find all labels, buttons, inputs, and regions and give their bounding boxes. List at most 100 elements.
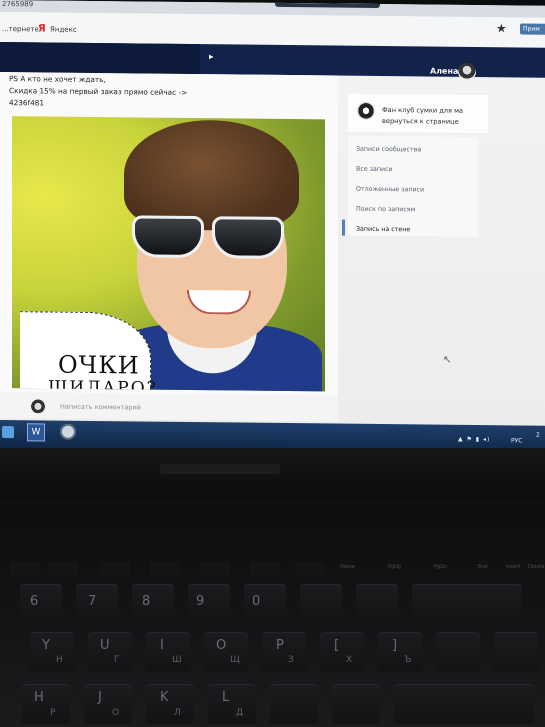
key-label: H — [34, 690, 44, 705]
play-arrow-icon[interactable]: ▸ — [209, 52, 214, 62]
laptop-hinge — [160, 464, 280, 474]
key-j — [84, 684, 132, 724]
key-y — [30, 632, 74, 672]
bookmark-yandex[interactable]: Яндекс — [50, 26, 77, 34]
start-button[interactable] — [2, 426, 14, 439]
fn-key — [10, 562, 40, 576]
key-label: U — [100, 638, 110, 653]
key-label-ru: Д — [236, 708, 244, 718]
fn-key — [250, 562, 280, 576]
key-bracket-right — [378, 632, 422, 672]
fn-key — [200, 562, 230, 576]
system-tray-icons[interactable]: ▲ ⚑ ▮ ◂) — [458, 436, 490, 443]
fn-key — [150, 562, 180, 576]
post-text-line: PS А кто не хочет ждать, — [9, 74, 106, 85]
community-name[interactable]: Фан клуб сумки для ма — [382, 106, 463, 115]
key-label: O — [216, 638, 227, 653]
key-label-ru: З — [288, 655, 294, 665]
back-to-page-link[interactable]: вернуться к странице — [382, 117, 459, 126]
menu-item-search[interactable]: Поиск по записям — [356, 206, 415, 214]
menu-item-wall-post[interactable]: Запись на стене — [356, 226, 410, 234]
sunglasses-lens-right — [212, 216, 284, 259]
key-backspace — [412, 584, 522, 624]
key-label-ru: Л — [174, 708, 181, 718]
key-enter-lower — [394, 684, 534, 724]
key-label: I — [160, 638, 164, 653]
photo-speech-bubble: ОЧКИ ШИЛАРО? — [20, 311, 158, 392]
community-avatar — [357, 101, 375, 120]
fn-label: PgUp — [388, 564, 402, 570]
key-7 — [76, 584, 118, 624]
menu-item-postponed[interactable]: Отложенные записи — [356, 186, 424, 194]
key-label-ru: Ш — [172, 655, 182, 665]
post-text-line: 4236f481 — [9, 98, 45, 108]
key-8 — [132, 584, 174, 624]
photo-caption-2: ШИЛАРО? — [48, 377, 158, 392]
post-photo[interactable]: ОЧКИ ШИЛАРО? — [12, 116, 325, 392]
bookmark-item[interactable]: ...тернете — [2, 25, 39, 33]
user-name[interactable]: Алена — [430, 67, 458, 76]
key-p — [262, 632, 306, 672]
bookmark-star-icon[interactable]: ★ — [496, 21, 507, 35]
comment-box[interactable]: Написать комментарий — [0, 392, 338, 422]
key-label: 9 — [196, 594, 205, 609]
sunglasses-graphic — [132, 209, 284, 259]
key-label: 6 — [30, 594, 39, 609]
key-label: ] — [392, 638, 398, 653]
key-l — [208, 684, 256, 724]
key-label: 8 — [142, 594, 151, 609]
key-label-ru: Р — [50, 708, 56, 718]
fn-key — [295, 562, 325, 576]
language-indicator[interactable]: РУС — [511, 437, 522, 444]
fn-label: PgDn — [434, 564, 448, 570]
menu-item-community-posts[interactable]: Записи сообщества — [356, 146, 421, 154]
laptop-screen: 2765989 ...тернете Я Яндекс ★ Прим ▸ Але… — [0, 0, 545, 454]
key-semicolon — [270, 684, 318, 724]
key-k — [146, 684, 194, 724]
fn-label: Insert — [506, 564, 521, 570]
fn-label: End — [478, 564, 488, 570]
key-quote — [332, 684, 380, 724]
key-label-ru: Щ — [230, 655, 240, 665]
key-backslash — [436, 632, 480, 672]
key-label: J — [98, 690, 102, 705]
key-label: Y — [42, 638, 50, 653]
key-label-ru: Х — [346, 655, 353, 665]
comment-avatar — [30, 398, 46, 415]
fn-label: Home — [340, 564, 355, 570]
user-avatar[interactable] — [458, 62, 476, 81]
key-label-ru: Ъ — [404, 655, 412, 665]
menu-item-all-posts[interactable]: Все записи — [356, 166, 393, 173]
laptop-bezel — [0, 448, 545, 500]
key-bracket-left — [320, 632, 364, 672]
window-title: 2765989 — [2, 0, 34, 9]
clock[interactable]: 2 — [536, 432, 540, 439]
key-label-ru: О — [112, 708, 120, 718]
key-label: P — [276, 638, 284, 653]
word-app-icon[interactable]: W — [27, 423, 45, 442]
fn-label: Delete — [528, 564, 545, 570]
key-9 — [188, 584, 230, 624]
key-equals — [356, 584, 398, 624]
comment-placeholder[interactable]: Написать комментарий — [60, 403, 141, 412]
post-text-line: Скидка 15% на первый заказ прямо сейчас … — [9, 86, 188, 97]
browser-tab[interactable] — [275, 2, 380, 8]
key-label: [ — [334, 638, 340, 653]
community-card[interactable]: Фан клуб сумки для ма вернуться к страни… — [348, 93, 488, 134]
key-6 — [20, 584, 62, 624]
mouse-cursor-icon: ↖ — [443, 354, 452, 366]
sunglasses-lens-left — [132, 215, 204, 259]
key-label-ru: Н — [56, 655, 63, 665]
key-label: 7 — [88, 594, 97, 609]
camera-app-icon[interactable] — [60, 423, 76, 440]
key-label: K — [160, 690, 169, 705]
key-enter — [494, 632, 538, 672]
extension-button[interactable]: Прим — [520, 23, 545, 35]
photo-caption-1: ОЧКИ — [58, 350, 140, 380]
header-left — [0, 42, 200, 75]
fn-key — [100, 562, 130, 576]
key-i — [146, 632, 190, 672]
yandex-logo-icon: Я — [38, 23, 46, 35]
wall-post: PS А кто не хочет ждать, Скидка 15% на п… — [0, 72, 338, 404]
key-0 — [244, 584, 286, 624]
